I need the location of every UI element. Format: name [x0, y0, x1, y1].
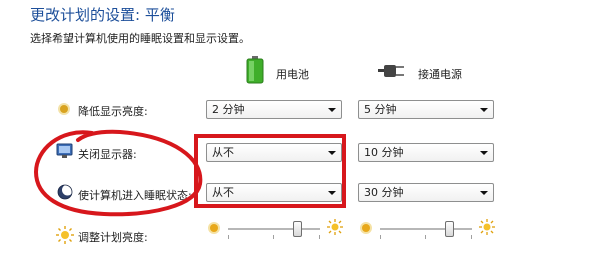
annotation-red-scribble — [33, 129, 203, 217]
annotation-red-rectangle — [194, 134, 346, 208]
annotation-overlay — [33, 129, 346, 217]
